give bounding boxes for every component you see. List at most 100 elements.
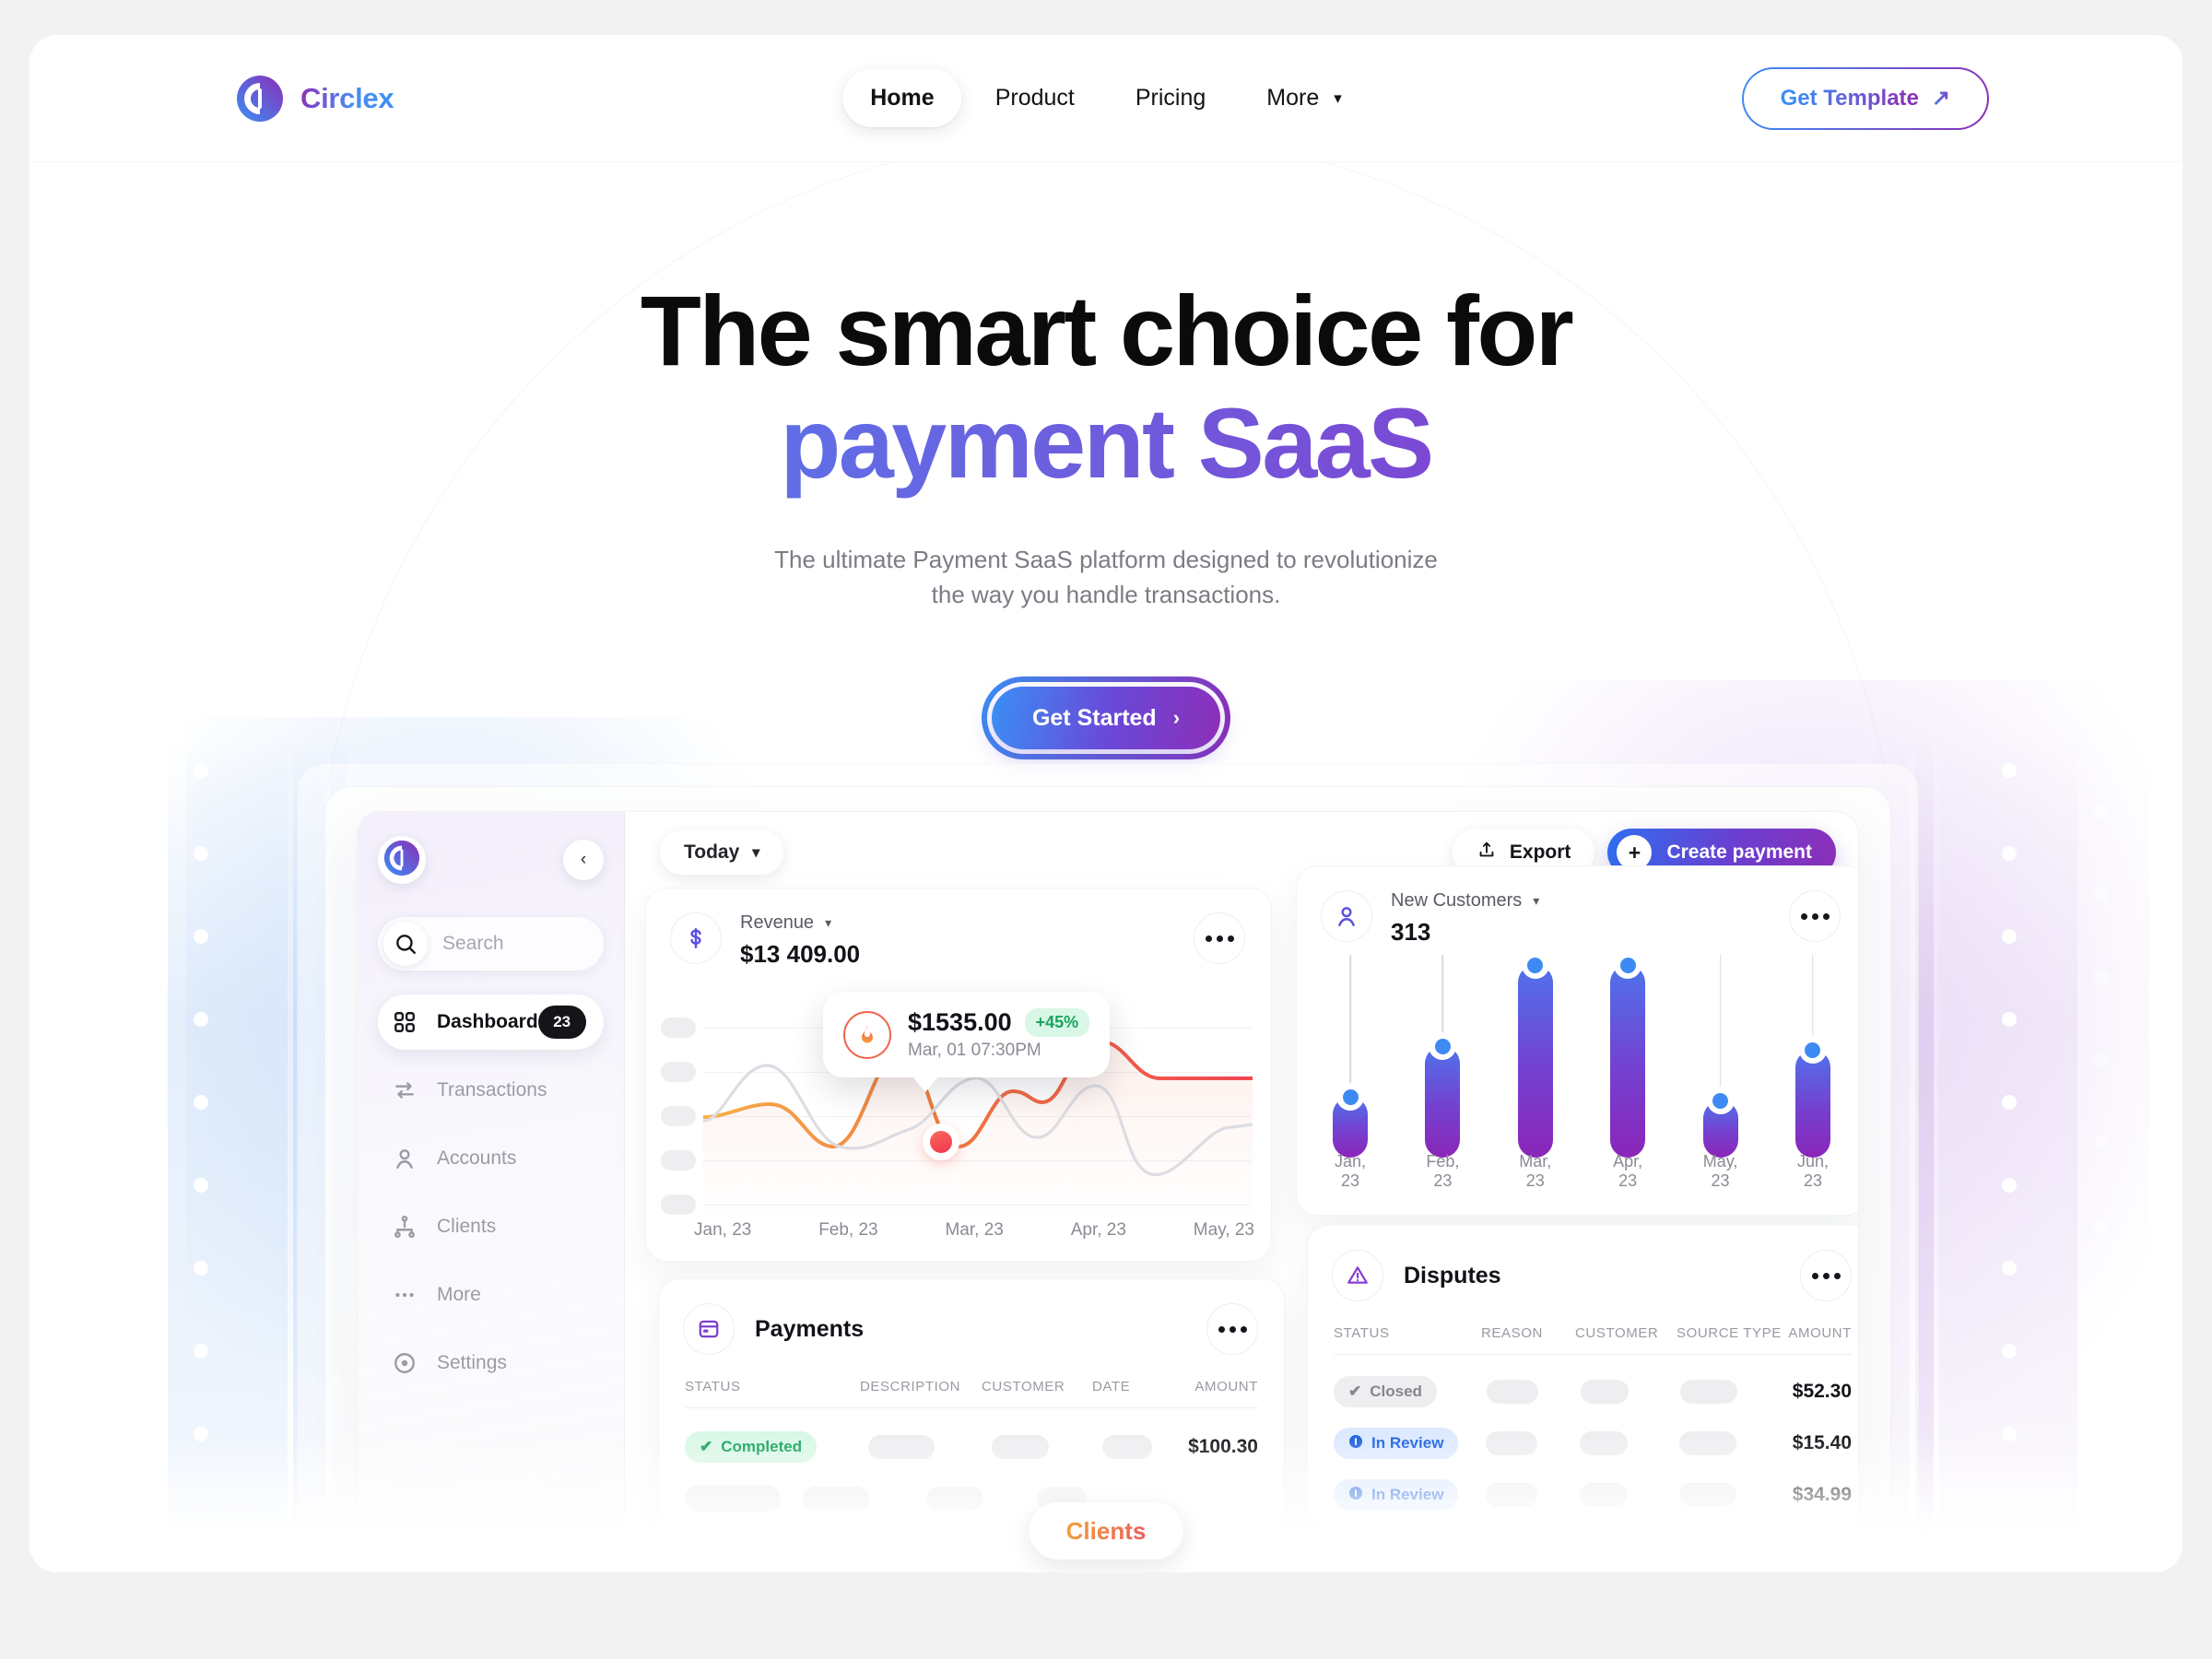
revenue-label: Revenue — [740, 912, 815, 933]
nav-link-product[interactable]: Product — [968, 69, 1102, 127]
warning-icon — [1332, 1250, 1383, 1301]
bar-column[interactable] — [1510, 951, 1561, 1158]
nav-link-pricing[interactable]: Pricing — [1108, 69, 1233, 127]
sidebar-item-dashboard[interactable]: Dashboard 23 — [378, 994, 604, 1050]
revenue-value: $13 409.00 — [740, 940, 861, 968]
bar-column[interactable] — [1417, 955, 1468, 1158]
new-customers-card: New Customers ▾ 313 Jan, 23 Feb, 23 Mar,… — [1296, 865, 1858, 1216]
bar-point-dot — [1429, 1032, 1457, 1060]
cell-placeholder — [1580, 1380, 1629, 1404]
sidebar-item-more[interactable]: More — [378, 1267, 604, 1323]
x-tick-label: Apr, 23 — [1070, 1220, 1126, 1240]
disputes-card-header: Disputes — [1308, 1226, 1858, 1301]
status-badge: In Review — [1334, 1479, 1459, 1511]
bar-point-dot — [1614, 951, 1642, 979]
bar-column[interactable] — [1695, 955, 1747, 1158]
chart-highlight-point[interactable] — [923, 1124, 959, 1160]
get-template-button[interactable]: Get Template ↗ — [1742, 67, 1989, 130]
y-axis-placeholder — [661, 1018, 696, 1038]
customers-card-titles: New Customers ▾ 313 — [1391, 890, 1539, 947]
revenue-card-menu-button[interactable] — [1194, 912, 1245, 964]
bar — [1702, 1087, 1738, 1158]
customers-card-header: New Customers ▾ 313 — [1297, 866, 1858, 947]
disputes-card-menu-button[interactable] — [1800, 1250, 1852, 1301]
column-header: STATUS — [1334, 1325, 1390, 1341]
sidebar-item-label: Dashboard — [437, 1011, 538, 1032]
cell-amount: $100.30 — [1188, 1436, 1258, 1457]
nav-link-more[interactable]: More ▾ — [1239, 69, 1369, 127]
page-sheet: Circlex Home Product Pricing More ▾ Get … — [29, 35, 2183, 1572]
cell-placeholder — [1679, 1431, 1737, 1455]
ellipsis-icon — [1218, 1325, 1225, 1333]
column-header: DATE — [1092, 1379, 1131, 1394]
cell-placeholder — [868, 1435, 935, 1459]
dashboard-preview: ‹ Search Dashboard 23 Transactions Accou… — [29, 763, 2183, 1572]
upload-icon — [1477, 840, 1497, 865]
ellipsis-icon — [1811, 1272, 1818, 1279]
table-row[interactable] — [659, 1473, 1284, 1524]
x-tick-label: Jan, 23 — [1334, 1152, 1367, 1190]
table-row[interactable]: ✔ Completed $100.30 — [659, 1421, 1284, 1473]
table-row[interactable]: ✔ Closed $52.30 — [1308, 1366, 1858, 1418]
payments-table-header: STATUS DESCRIPTION CUSTOMER DATE AMOUNT — [659, 1379, 1284, 1394]
ellipsis-icon — [1800, 912, 1807, 920]
customers-metric-selector[interactable]: New Customers ▾ — [1391, 890, 1539, 912]
sidebar-item-clients[interactable]: Clients — [378, 1199, 604, 1254]
flame-icon — [843, 1010, 891, 1059]
chevron-down-icon: ▾ — [1334, 89, 1342, 107]
cell-placeholder — [1679, 1483, 1737, 1507]
bar — [1610, 951, 1646, 1158]
y-axis-placeholder — [661, 1106, 696, 1126]
sidebar-item-transactions[interactable]: Transactions — [378, 1063, 604, 1118]
chevron-down-icon: ▾ — [752, 845, 760, 861]
revenue-metric-selector[interactable]: Revenue ▾ — [740, 912, 860, 934]
x-tick-label: Mar, 23 — [945, 1220, 1004, 1240]
bar-column[interactable] — [1324, 955, 1376, 1158]
y-axis-placeholder — [661, 1150, 696, 1171]
card-icon — [683, 1303, 735, 1355]
x-tick-label: Jan, 23 — [694, 1220, 752, 1240]
hero-title-line1: The smart choice for — [640, 275, 1574, 386]
search-placeholder: Search — [442, 933, 504, 954]
sidebar-item-label: Accounts — [437, 1147, 517, 1169]
sidebar-item-accounts[interactable]: Accounts — [378, 1131, 604, 1186]
payments-card-menu-button[interactable] — [1206, 1303, 1258, 1355]
column-header: AMOUNT — [1194, 1379, 1258, 1394]
period-selector[interactable]: Today ▾ — [660, 830, 784, 875]
column-header: STATUS — [685, 1379, 741, 1394]
bar-column[interactable] — [1602, 951, 1653, 1158]
export-label: Export — [1509, 841, 1571, 863]
sidebar-logo[interactable] — [378, 836, 426, 884]
cell-placeholder — [685, 1485, 781, 1512]
bar-point-dot — [1336, 1083, 1364, 1111]
clients-chip[interactable]: Clients — [1029, 1502, 1183, 1559]
user-icon — [393, 1147, 417, 1171]
user-icon — [1321, 890, 1372, 942]
x-tick-label: May, 23 — [1193, 1220, 1254, 1240]
top-navigation-bar: Circlex Home Product Pricing More ▾ Get … — [29, 35, 2183, 162]
info-icon — [1348, 1434, 1363, 1453]
payments-card-header: Payments — [659, 1279, 1284, 1355]
sidebar-collapse-button[interactable]: ‹ — [563, 840, 604, 880]
cell-amount: $34.99 — [1792, 1484, 1852, 1505]
bar-point-dot — [1521, 951, 1549, 979]
bar-column[interactable] — [1787, 955, 1839, 1158]
cell-placeholder — [992, 1435, 1050, 1459]
table-row[interactable]: In Review $34.99 — [1308, 1469, 1858, 1521]
get-started-gap: Get Started › — [986, 682, 1226, 755]
get-started-button[interactable]: Get Started › — [991, 687, 1221, 750]
circlex-logo-icon — [382, 839, 421, 882]
search-input[interactable]: Search — [378, 917, 604, 971]
nav-link-home[interactable]: Home — [842, 69, 962, 127]
cell-placeholder — [1580, 1483, 1629, 1507]
dollar-icon — [670, 912, 722, 964]
tooltip-delta-badge: +45% — [1024, 1008, 1090, 1037]
bar-point-dot — [1706, 1087, 1735, 1115]
hero-subtitle-line1: The ultimate Payment SaaS platform desig… — [774, 546, 1438, 574]
hero-title-line2: payment SaaS — [29, 387, 2183, 500]
cell-amount: $52.30 — [1792, 1381, 1852, 1402]
brand-logo[interactable]: Circlex — [234, 73, 394, 124]
table-row[interactable]: In Review $15.40 — [1308, 1418, 1858, 1469]
sidebar-item-settings[interactable]: Settings — [378, 1335, 604, 1391]
customers-card-menu-button[interactable] — [1789, 890, 1841, 942]
